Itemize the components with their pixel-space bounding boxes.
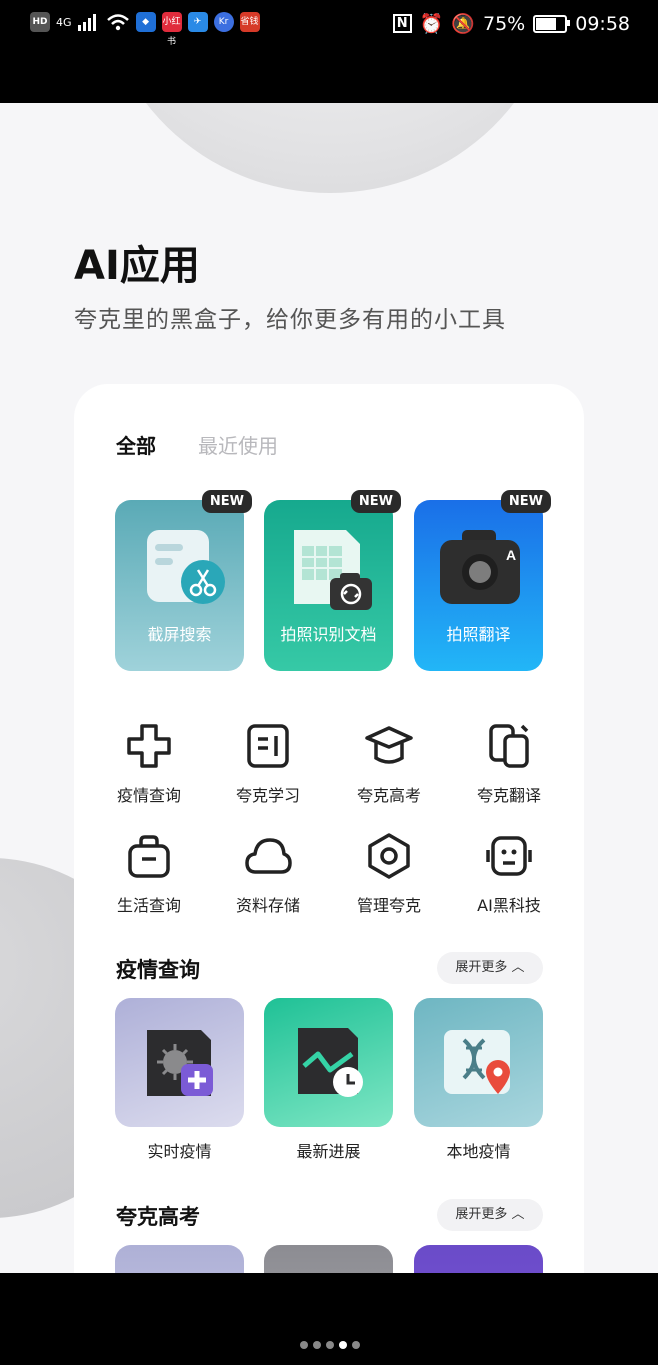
feature-label: 截屏搜索 [147, 625, 212, 644]
grid-label: 管理夸克 [356, 896, 421, 915]
network-indicator: 4G [56, 15, 72, 29]
virus-doc-icon [147, 1030, 213, 1096]
tile-label: 实时疫情 [147, 1142, 212, 1161]
translate-icon [489, 724, 529, 768]
robot-icon [486, 836, 532, 876]
expand-more-button[interactable]: 展开更多 ︿ [437, 952, 543, 984]
page-dot [313, 1341, 321, 1349]
apps-card: 全部 最近使用 NEW 截屏搜索 NEW 拍照识别文档 NEW A 拍照翻译 疫… [74, 384, 584, 1273]
new-badge: NEW [350, 490, 401, 513]
grid-label: 疫情查询 [116, 786, 181, 805]
clock: 09:58 [575, 12, 630, 35]
grid-label: AI黑科技 [477, 896, 541, 915]
tile-local-epidemic[interactable] [414, 998, 543, 1127]
dna-location-icon [444, 1030, 510, 1094]
page-title: AI应用 [74, 243, 200, 289]
screenshot-scissors-icon [146, 530, 225, 604]
grid-item-study[interactable]: 夸克学习 [213, 722, 323, 806]
page-dot [326, 1341, 334, 1349]
decorative-circle-top [100, 103, 560, 193]
tile-label: 最新进展 [296, 1142, 361, 1161]
feature-label: 拍照识别文档 [280, 625, 377, 644]
tile-gaokao-3[interactable] [414, 1245, 543, 1273]
page-dot [352, 1341, 360, 1349]
grid-item-ai-tech[interactable]: AI黑科技 [454, 832, 564, 916]
wifi-icon [106, 14, 129, 31]
settings-hex-icon [368, 833, 410, 879]
battery-percent: 75% [483, 12, 526, 35]
page-subtitle: 夸克里的黑盒子，给你更多有用的小工具 [74, 307, 506, 333]
tile-gaokao-1[interactable] [115, 1245, 244, 1273]
navigation-bar [0, 1273, 658, 1365]
study-icon [247, 724, 289, 768]
tab-all[interactable]: 全部 [116, 430, 156, 459]
page-dot [300, 1341, 308, 1349]
bird-app-icon: ✈ [187, 12, 208, 32]
page-dot [339, 1341, 347, 1349]
battery-icon [533, 14, 571, 33]
section-title-gaokao: 夸克高考 [116, 1205, 200, 1229]
graduation-cap-icon [365, 726, 413, 764]
mute-icon: 🔕 [451, 13, 475, 35]
grid-label: 夸克高考 [356, 786, 421, 805]
tab-recent[interactable]: 最近使用 [198, 430, 278, 459]
grid-label: 夸克翻译 [476, 786, 541, 805]
grid-item-storage[interactable]: 资料存储 [213, 832, 323, 916]
alarm-icon: ⏰ [419, 13, 444, 35]
grid-item-translate[interactable]: 夸克翻译 [454, 722, 564, 806]
section-title-epidemic: 疫情查询 [116, 958, 200, 982]
grid-item-life[interactable]: 生活查询 [94, 832, 204, 916]
new-badge: NEW [201, 490, 252, 513]
feature-card-doc-scan[interactable]: NEW 拍照识别文档 [264, 490, 401, 671]
medical-cross-icon [127, 724, 171, 768]
tile-latest-progress[interactable] [264, 998, 393, 1127]
camera-translate-icon: A [439, 530, 520, 604]
new-badge: NEW [500, 490, 551, 513]
shield-app-icon: ◆ [135, 12, 156, 32]
feature-card-screenshot-search[interactable]: NEW 截屏搜索 [115, 490, 252, 671]
grid-label: 生活查询 [116, 896, 181, 915]
grid-label: 资料存储 [235, 896, 300, 915]
bag-icon [128, 835, 170, 878]
tile-gaokao-2[interactable] [264, 1245, 393, 1273]
battery-fill [536, 17, 556, 30]
status-bar: HD 4G ◆ 小红书 ✈ Kr 省钱 N ⏰ 🔕 75% 09:58 [0, 0, 658, 50]
page-indicator [300, 1341, 360, 1349]
svg-text:A: A [506, 547, 516, 563]
doc-scan-icon [293, 530, 372, 610]
hd-indicator: HD [30, 12, 50, 32]
tile-realtime-epidemic[interactable] [115, 998, 244, 1127]
shengqian-app-icon: 省钱 [239, 12, 260, 32]
kr-app-icon: Kr [213, 12, 234, 32]
nfc-icon: N [392, 14, 412, 33]
expand-more-button[interactable]: 展开更多 ︿ [437, 1199, 543, 1231]
xiaohongshu-app-icon: 小红书 [161, 12, 182, 47]
cloud-icon [245, 838, 292, 874]
tile-label: 本地疫情 [446, 1142, 511, 1161]
grid-item-gaokao[interactable]: 夸克高考 [334, 722, 444, 806]
app-screen: AI应用 夸克里的黑盒子，给你更多有用的小工具 全部 最近使用 NEW 截屏搜索 [0, 103, 658, 1273]
feature-label: 拍照翻译 [446, 625, 511, 644]
tab-bar: 全部 最近使用 [116, 430, 278, 459]
grid-item-epidemic[interactable]: 疫情查询 [94, 722, 204, 806]
trend-doc-icon [298, 1028, 363, 1097]
grid-item-manage[interactable]: 管理夸克 [334, 832, 444, 916]
grid-label: 夸克学习 [235, 786, 300, 805]
feature-card-camera-translate[interactable]: NEW A 拍照翻译 [414, 490, 551, 671]
signal-icon [77, 14, 96, 31]
